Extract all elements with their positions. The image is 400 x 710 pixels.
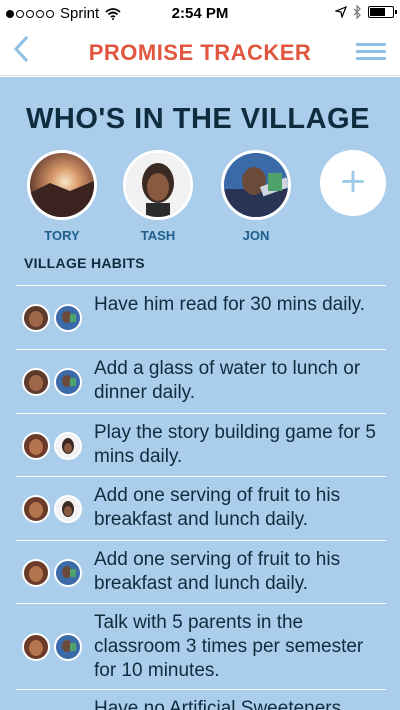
habit-list: Have him read for 30 mins daily. Add a g…	[0, 285, 400, 710]
avatar	[54, 559, 82, 587]
status-bar: Sprint 2:54 PM	[0, 0, 400, 28]
habit-text: Add one serving of fruit to his breakfas…	[94, 485, 341, 530]
nav-bar: PROMISE TRACKER	[0, 28, 400, 76]
member-jon[interactable]: JON	[216, 150, 296, 243]
member-name: TASH	[140, 228, 176, 243]
main-content[interactable]: WHO'S IN THE VILLAGE TORY TASH JON + VIL…	[0, 77, 400, 710]
habit-text: Add a glass of water to lunch or dinner …	[94, 358, 361, 403]
habit-avatars	[22, 368, 82, 396]
habit-text: Talk with 5 parents in the classroom 3 t…	[94, 612, 364, 681]
app-title: PROMISE TRACKER	[88, 40, 312, 65]
habit-avatars	[22, 495, 82, 523]
avatar	[54, 368, 82, 396]
list-item[interactable]: Have him read for 30 mins daily.	[16, 285, 386, 349]
member-name: TORY	[44, 228, 80, 243]
location-arrow-icon	[335, 6, 347, 18]
portrait-avatar-icon	[224, 153, 288, 217]
member-tash[interactable]: TASH	[118, 150, 198, 243]
village-members: TORY TASH JON +	[0, 150, 400, 243]
avatar	[27, 150, 97, 220]
habit-avatars	[22, 559, 82, 587]
habit-avatars	[22, 304, 82, 332]
hamburger-icon	[356, 43, 386, 46]
menu-button[interactable]	[356, 43, 386, 64]
avatar	[54, 432, 82, 460]
avatar	[22, 559, 50, 587]
habit-text: Play the story building game for 5 mins …	[94, 422, 376, 467]
avatar	[54, 304, 82, 332]
battery-icon	[368, 6, 397, 18]
bluetooth-icon	[353, 5, 361, 19]
habit-text: Have no Artificial Sweeteners	[94, 698, 342, 710]
list-item[interactable]: Have no Artificial Sweeteners	[16, 689, 386, 710]
avatar	[22, 432, 50, 460]
avatar	[54, 633, 82, 661]
habit-text: Have him read for 30 mins daily.	[94, 294, 366, 315]
add-member-button[interactable]: +	[320, 150, 386, 216]
member-name: JON	[242, 228, 270, 243]
list-item[interactable]: Add a glass of water to lunch or dinner …	[16, 349, 386, 413]
habit-avatars	[22, 633, 82, 661]
list-item[interactable]: Add one serving of fruit to his breakfas…	[16, 540, 386, 603]
avatar	[22, 495, 50, 523]
habit-text: Add one serving of fruit to his breakfas…	[94, 549, 341, 594]
status-right	[335, 5, 397, 19]
avatar	[22, 368, 50, 396]
avatar	[22, 304, 50, 332]
member-tory[interactable]: TORY	[22, 150, 102, 243]
list-item[interactable]: Add one serving of fruit to his breakfas…	[16, 476, 386, 540]
list-item[interactable]: Play the story building game for 5 mins …	[16, 413, 386, 476]
avatar	[221, 150, 291, 220]
village-habits-header: VILLAGE HABITS	[24, 255, 145, 271]
plus-icon: +	[338, 161, 368, 201]
avatar	[22, 633, 50, 661]
page-title: WHO'S IN THE VILLAGE	[26, 103, 370, 135]
list-item[interactable]: Talk with 5 parents in the classroom 3 t…	[16, 603, 386, 689]
habit-avatars	[22, 432, 82, 460]
sunset-avatar-icon	[30, 153, 94, 217]
avatar	[123, 150, 193, 220]
avatar	[54, 495, 82, 523]
portrait-avatar-icon	[126, 153, 190, 217]
